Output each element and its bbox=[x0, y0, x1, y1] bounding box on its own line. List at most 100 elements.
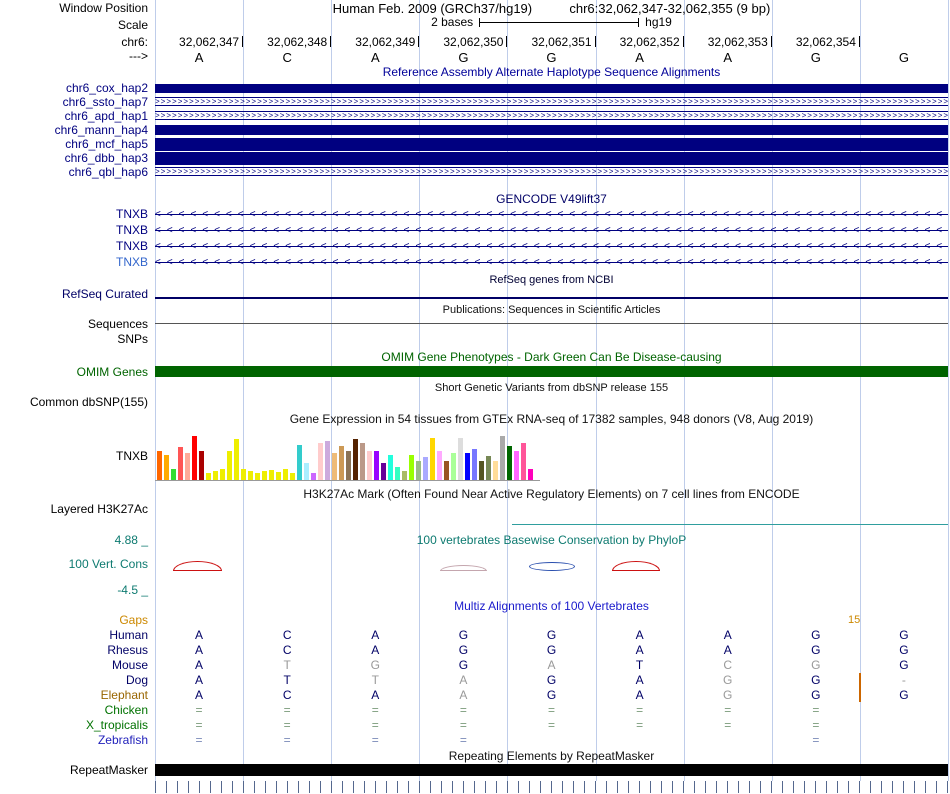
gtex-tissue-bar[interactable] bbox=[360, 443, 365, 481]
gtex-tissue-bar[interactable] bbox=[388, 455, 393, 481]
tnxb-transcript-3[interactable]: <<<<<<<<<<<<<<<<<<<<<<<<<<<<<<<<<<<<<<<<… bbox=[155, 240, 948, 253]
track-label-sequences[interactable]: Sequences bbox=[0, 318, 151, 331]
track-label-common-dbsnp[interactable]: Common dbSNP(155) bbox=[0, 396, 151, 409]
species-label-mouse[interactable]: Mouse bbox=[0, 659, 151, 672]
track-label-chr6-mann-hap4[interactable]: chr6_mann_hap4 bbox=[0, 124, 151, 137]
gtex-tissue-bar[interactable] bbox=[395, 467, 400, 481]
gtex-tissue-bar[interactable] bbox=[164, 455, 169, 481]
gene-label-tnxb-1[interactable]: TNXB bbox=[0, 208, 151, 221]
hap-alignment-mann-hap4[interactable] bbox=[155, 125, 948, 135]
hap-alignment-ssto-hap7[interactable]: >>>>>>>>>>>>>>>>>>>>>>>>>>>>>>>>>>>>>>>>… bbox=[155, 97, 948, 106]
track-label-chr6-dbb-hap3[interactable]: chr6_dbb_hap3 bbox=[0, 152, 151, 165]
track-label-chr6-cox-hap2[interactable]: chr6_cox_hap2 bbox=[0, 82, 151, 95]
repeatmasker-item[interactable] bbox=[155, 764, 948, 776]
gtex-tissue-bar[interactable] bbox=[325, 441, 330, 481]
gtex-bar-chart[interactable] bbox=[155, 432, 948, 481]
gtex-tissue-bar[interactable] bbox=[346, 451, 351, 481]
gtex-tissue-bar[interactable] bbox=[199, 451, 204, 481]
gtex-tissue-bar[interactable] bbox=[185, 453, 190, 481]
species-label-chicken[interactable]: Chicken bbox=[0, 704, 151, 717]
track-label-refseq-curated[interactable]: RefSeq Curated bbox=[0, 288, 151, 301]
track-label-conservation[interactable]: 100 Vert. Cons bbox=[0, 558, 151, 571]
gtex-tissue-bar[interactable] bbox=[514, 451, 519, 481]
species-label-dog[interactable]: Dog bbox=[0, 674, 151, 687]
alignment-base: T bbox=[371, 673, 379, 687]
gtex-tissue-bar[interactable] bbox=[521, 443, 526, 481]
alignment-base: G bbox=[811, 658, 821, 672]
tnxb-transcript-4[interactable]: <<<<<<<<<<<<<<<<<<<<<<<<<<<<<<<<<<<<<<<<… bbox=[155, 256, 948, 269]
gtex-tissue-bar[interactable] bbox=[367, 451, 372, 481]
gtex-tissue-bar[interactable] bbox=[416, 461, 421, 481]
track-title-publications[interactable]: Publications: Sequences in Scientific Ar… bbox=[155, 304, 948, 317]
tnxb-transcript-1[interactable]: <<<<<<<<<<<<<<<<<<<<<<<<<<<<<<<<<<<<<<<<… bbox=[155, 208, 948, 221]
track-label-repeatmasker[interactable]: RepeatMasker bbox=[0, 764, 151, 777]
track-title-conservation[interactable]: 100 vertebrates Basewise Conservation by… bbox=[155, 534, 948, 547]
gene-label-tnxb-2[interactable]: TNXB bbox=[0, 224, 151, 237]
gtex-tissue-bar[interactable] bbox=[374, 451, 379, 481]
gtex-tissue-bar[interactable] bbox=[437, 451, 442, 481]
hap-alignment-cox-hap2[interactable] bbox=[155, 84, 948, 93]
track-title-dbsnp[interactable]: Short Genetic Variants from dbSNP releas… bbox=[155, 382, 948, 395]
gtex-tissue-bar[interactable] bbox=[451, 453, 456, 481]
track-label-gtex-tnxb[interactable]: TNXB bbox=[0, 450, 151, 463]
gtex-tissue-bar[interactable] bbox=[234, 439, 239, 481]
species-label-rhesus[interactable]: Rhesus bbox=[0, 644, 151, 657]
species-label-human[interactable]: Human bbox=[0, 629, 151, 642]
track-label-chr6-mcf-hap5[interactable]: chr6_mcf_hap5 bbox=[0, 138, 151, 151]
gtex-tissue-bar[interactable] bbox=[507, 446, 512, 481]
track-title-gencode[interactable]: GENCODE V49lift37 bbox=[155, 193, 948, 206]
track-title-refseq[interactable]: RefSeq genes from NCBI bbox=[155, 274, 948, 287]
hap-alignment-dbb-hap3[interactable] bbox=[155, 152, 948, 165]
track-label-omim-genes[interactable]: OMIM Genes bbox=[0, 366, 151, 379]
track-title-multiz[interactable]: Multiz Alignments of 100 Vertebrates bbox=[155, 600, 948, 613]
species-label-elephant[interactable]: Elephant bbox=[0, 689, 151, 702]
alignment-base: A bbox=[371, 628, 380, 642]
gtex-tissue-bar[interactable] bbox=[423, 457, 428, 481]
track-title-gtex[interactable]: Gene Expression in 54 tissues from GTEx … bbox=[155, 413, 948, 426]
track-title-omim[interactable]: OMIM Gene Phenotypes - Dark Green Can Be… bbox=[155, 351, 948, 364]
gtex-tissue-bar[interactable] bbox=[458, 438, 463, 481]
track-label-chr6-qbl-hap6[interactable]: chr6_qbl_hap6 bbox=[0, 166, 151, 179]
hap-alignment-mcf-hap5[interactable] bbox=[155, 138, 948, 151]
gtex-tissue-bar[interactable] bbox=[444, 461, 449, 481]
track-label-chr6-apd-hap1[interactable]: chr6_apd_hap1 bbox=[0, 110, 151, 123]
gtex-tissue-bar[interactable] bbox=[465, 453, 470, 481]
gtex-tissue-bar[interactable] bbox=[192, 436, 197, 481]
track-title-h3k27ac[interactable]: H3K27Ac Mark (Often Found Near Active Re… bbox=[155, 488, 948, 501]
gene-label-tnxb-3[interactable]: TNXB bbox=[0, 240, 151, 253]
gtex-tissue-bar[interactable] bbox=[493, 461, 498, 481]
gene-label-tnxb-4[interactable]: TNXB bbox=[0, 256, 151, 269]
track-title-repeatmasker[interactable]: Repeating Elements by RepeatMasker bbox=[155, 750, 948, 763]
species-label-x-tropicalis[interactable]: X_tropicalis bbox=[0, 719, 151, 732]
gtex-tissue-bar[interactable] bbox=[500, 436, 505, 481]
alignment-base: G bbox=[723, 673, 733, 687]
gtex-tissue-bar[interactable] bbox=[486, 456, 491, 481]
publications-dense-item[interactable] bbox=[155, 323, 948, 324]
gtex-tissue-bar[interactable] bbox=[332, 453, 337, 481]
gtex-tissue-bar[interactable] bbox=[178, 447, 183, 481]
species-label-zebrafish[interactable]: Zebrafish bbox=[0, 734, 151, 747]
hap-alignment-apd-hap1[interactable]: >>>>>>>>>>>>>>>>>>>>>>>>>>>>>>>>>>>>>>>>… bbox=[155, 111, 948, 120]
gtex-tissue-bar[interactable] bbox=[430, 438, 435, 481]
track-label-h3k27ac[interactable]: Layered H3K27Ac bbox=[0, 503, 151, 516]
gtex-tissue-bar[interactable] bbox=[409, 455, 414, 481]
track-title-alt-haplotypes[interactable]: Reference Assembly Alternate Haplotype S… bbox=[155, 66, 948, 79]
track-label-snps[interactable]: SNPs bbox=[0, 333, 151, 346]
omim-gene-item[interactable] bbox=[155, 366, 948, 377]
gtex-tissue-bar[interactable] bbox=[297, 445, 302, 481]
gtex-tissue-bar[interactable] bbox=[353, 439, 358, 481]
gtex-tissue-bar[interactable] bbox=[479, 461, 484, 481]
gtex-tissue-bar[interactable] bbox=[227, 451, 232, 481]
refseq-dense-item[interactable] bbox=[155, 297, 948, 299]
strand-arrow-label: ---> bbox=[129, 49, 148, 63]
gtex-tissue-bar[interactable] bbox=[157, 451, 162, 481]
gtex-tissue-bar[interactable] bbox=[381, 463, 386, 481]
track-label-chr6-ssto-hap7[interactable]: chr6_ssto_hap7 bbox=[0, 96, 151, 109]
gtex-tissue-bar[interactable] bbox=[304, 463, 309, 481]
gtex-tissue-bar[interactable] bbox=[472, 449, 477, 481]
hap-alignment-qbl-hap6[interactable]: >>>>>>>>>>>>>>>>>>>>>>>>>>>>>>>>>>>>>>>>… bbox=[155, 167, 948, 176]
gtex-tissue-bar[interactable] bbox=[339, 446, 344, 481]
tnxb-transcript-2[interactable]: <<<<<<<<<<<<<<<<<<<<<<<<<<<<<<<<<<<<<<<<… bbox=[155, 224, 948, 237]
track-label-gaps[interactable]: Gaps bbox=[0, 614, 151, 627]
gtex-tissue-bar[interactable] bbox=[318, 443, 323, 481]
